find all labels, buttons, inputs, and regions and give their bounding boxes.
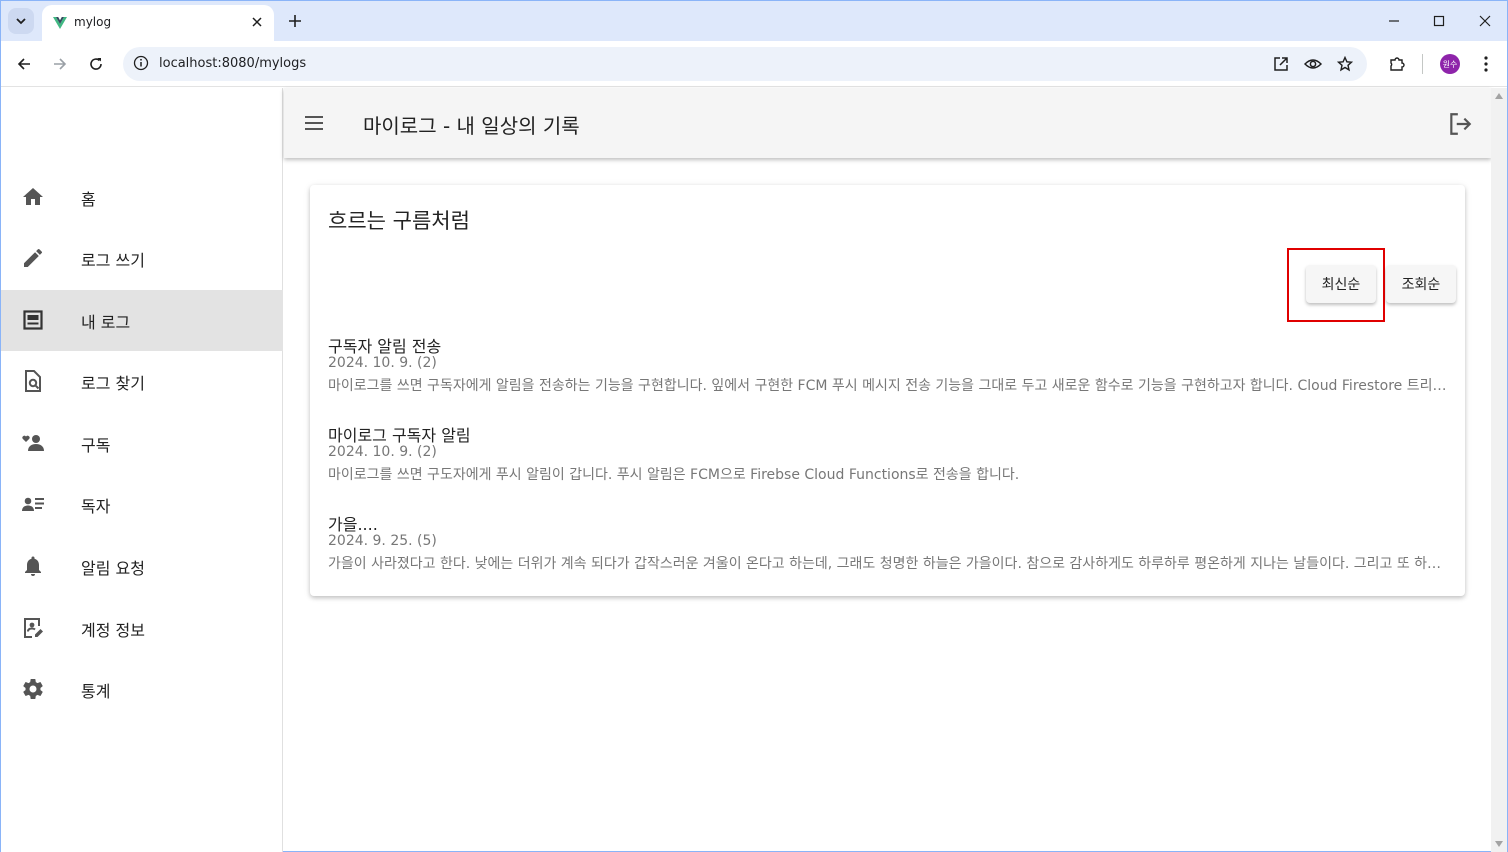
sidebar-item-home[interactable]: 홈 — [1, 167, 283, 228]
bell-icon — [25, 556, 41, 576]
scroll-down-icon[interactable] — [1495, 841, 1503, 847]
list-item[interactable]: 마이로그 구독자 알림 2024. 10. 9. (2) 마이로그를 쓰면 구도… — [328, 422, 1448, 484]
post-meta: 2024. 10. 9. (2) — [328, 444, 437, 460]
people-icon — [22, 435, 44, 451]
pencil-icon — [24, 248, 43, 267]
browser-window: mylog localhost:8080/mylogs 원수 홈 로그 쓰기 내… — [0, 0, 1508, 852]
page-title: 마이로그 - 내 일상의 기록 — [363, 114, 580, 138]
post-meta: 2024. 9. 25. (5) — [328, 533, 437, 549]
sidebar-item-account-info[interactable]: 계정 정보 — [1, 598, 283, 659]
post-title[interactable]: 구독자 알림 전송 — [328, 333, 1448, 356]
post-title[interactable]: 가을.... — [328, 511, 1448, 534]
blog-card: 흐르는 구름처럼 최신순 조회순 구독자 알림 전송 2024. 10. 9. … — [310, 185, 1465, 596]
vue-logo-icon — [53, 17, 67, 29]
tab-strip: mylog — [1, 1, 1507, 41]
sidebar-item-statistics[interactable]: 통계 — [1, 659, 283, 720]
sidebar-item-search-logs[interactable]: 로그 찾기 — [1, 351, 283, 412]
plus-icon — [289, 15, 301, 27]
sort-views-button[interactable]: 조회순 — [1386, 265, 1456, 303]
post-excerpt: 마이로그를 쓰면 구독자에게 알림을 전송하는 기능을 구현합니다. 잎에서 구… — [328, 378, 1448, 394]
profile-avatar[interactable]: 원수 — [1440, 54, 1460, 74]
more-vert-icon — [1484, 56, 1488, 72]
browser-menu-button[interactable] — [1475, 53, 1497, 75]
open-external-icon — [1274, 57, 1288, 71]
tab-close-button[interactable] — [248, 13, 266, 31]
sidebar-item-subscriptions[interactable]: 구독 — [1, 413, 283, 474]
page-scrollbar[interactable] — [1491, 88, 1507, 852]
bookmark-button[interactable] — [1336, 55, 1354, 73]
home-icon — [23, 188, 43, 205]
sidebar-item-write-log[interactable]: 로그 쓰기 — [1, 228, 283, 289]
list-box-icon — [23, 310, 43, 330]
tab-search-button[interactable] — [8, 8, 34, 34]
list-item[interactable]: 구독자 알림 전송 2024. 10. 9. (2) 마이로그를 쓰면 구독자에… — [328, 333, 1448, 395]
extensions-button[interactable] — [1386, 53, 1408, 75]
blog-title: 흐르는 구름처럼 — [328, 209, 470, 233]
sidebar-item-label: 독자 — [81, 497, 111, 516]
sidebar-item-label: 구독 — [81, 436, 111, 455]
logout-icon[interactable] — [1447, 111, 1473, 137]
arrow-left-icon — [17, 58, 30, 70]
back-button[interactable] — [11, 51, 37, 77]
gear-icon — [23, 679, 43, 699]
list-item[interactable]: 가을.... 2024. 9. 25. (5) 가을이 사라졌다고 한다. 낮에… — [328, 511, 1448, 573]
sidebar-item-label: 로그 쓰기 — [81, 251, 145, 270]
reader-list-icon — [22, 497, 44, 511]
sidebar-item-label: 계정 정보 — [81, 621, 145, 640]
close-icon — [252, 17, 262, 27]
scroll-up-icon[interactable] — [1495, 93, 1503, 99]
sidebar-item-label: 알림 요청 — [81, 559, 145, 578]
sidebar-item-label: 로그 찾기 — [81, 374, 145, 393]
toolbar-divider — [1422, 54, 1423, 74]
maximize-icon — [1433, 15, 1445, 27]
browser-toolbar: localhost:8080/mylogs — [1, 41, 1507, 87]
minimize-icon — [1389, 20, 1399, 22]
profile-label: 원수 — [1442, 59, 1458, 69]
app-bar: 마이로그 - 내 일상의 기록 — [284, 88, 1491, 158]
browser-tab[interactable]: mylog — [42, 5, 274, 41]
sidebar-item-readers[interactable]: 독자 — [1, 474, 283, 535]
tab-title: mylog — [74, 15, 112, 29]
puzzle-icon — [1390, 57, 1405, 71]
sidebar-item-my-logs[interactable]: 내 로그 — [1, 290, 283, 351]
sidebar-item-label: 통계 — [81, 682, 111, 701]
file-search-icon — [25, 370, 41, 392]
open-external-button[interactable] — [1272, 55, 1290, 73]
sidebar: 홈 로그 쓰기 내 로그 로그 찾기 구독 독자 알림 요청 계정 정보 통계 — [1, 88, 283, 852]
address-bar[interactable]: localhost:8080/mylogs — [123, 47, 1367, 81]
eye-button[interactable] — [1304, 55, 1322, 73]
post-excerpt: 마이로그를 쓰면 구도자에게 푸시 알림이 갑니다. 푸시 알림은 FCM으로 … — [328, 467, 1020, 483]
star-icon — [1337, 56, 1353, 72]
reload-button[interactable] — [83, 51, 109, 77]
sidebar-item-notification-request[interactable]: 알림 요청 — [1, 536, 283, 597]
arrow-right-icon — [54, 58, 67, 70]
sort-latest-button[interactable]: 최신순 — [1306, 265, 1376, 303]
menu-icon[interactable] — [302, 111, 326, 135]
window-close-button[interactable] — [1471, 7, 1499, 35]
forward-button[interactable] — [47, 51, 73, 77]
info-icon[interactable] — [133, 55, 149, 71]
url-text[interactable]: localhost:8080/mylogs — [159, 56, 306, 71]
reload-icon — [90, 58, 102, 70]
post-excerpt: 가을이 사라졌다고 한다. 낮에는 더위가 계속 되다가 갑작스러운 겨울이 온… — [328, 556, 1448, 572]
eye-icon — [1304, 59, 1322, 69]
new-tab-button[interactable] — [284, 10, 306, 32]
sidebar-item-label: 내 로그 — [81, 313, 131, 332]
sidebar-item-label: 홈 — [81, 190, 96, 209]
chevron-down-icon — [16, 18, 26, 25]
maximize-button[interactable] — [1425, 7, 1453, 35]
post-meta: 2024. 10. 9. (2) — [328, 355, 437, 371]
close-icon — [1479, 15, 1491, 27]
account-edit-icon — [24, 618, 43, 638]
minimize-button[interactable] — [1380, 7, 1408, 35]
post-title[interactable]: 마이로그 구독자 알림 — [328, 422, 1448, 445]
